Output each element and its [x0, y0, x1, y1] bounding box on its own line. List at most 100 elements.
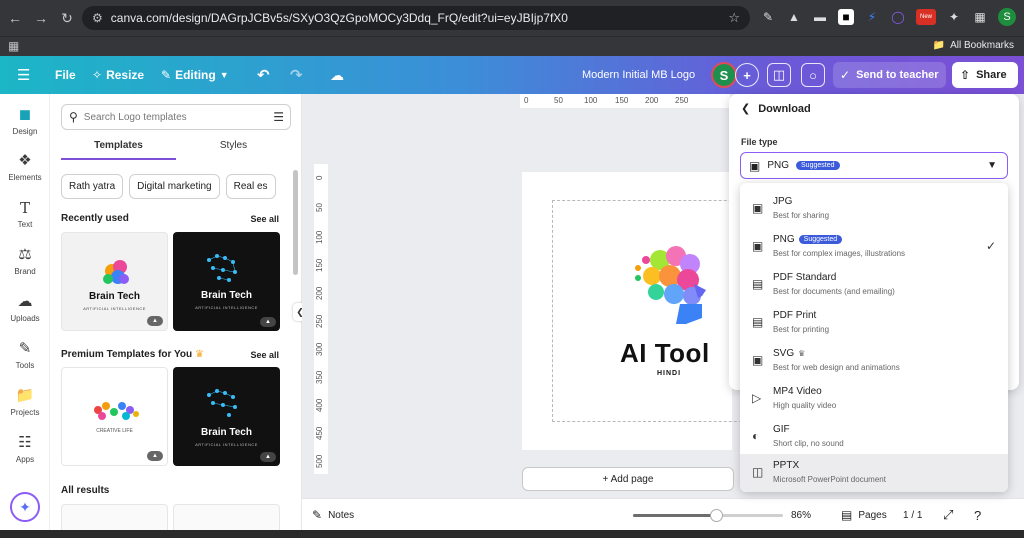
all-results-heading: All results [61, 485, 110, 496]
tab-styles[interactable]: Styles [176, 140, 291, 160]
option-pdf-print[interactable]: ▤ PDF Print Best for printing [740, 304, 1008, 342]
panel-scrollbar[interactable] [293, 170, 298, 275]
chip-digital-marketing[interactable]: Digital marketing [129, 174, 220, 199]
document-title-text: Modern Initial MB Logo [582, 69, 696, 81]
apps-grid-icon[interactable]: ▦ [8, 39, 19, 53]
ruler-tick: 350 [315, 370, 324, 384]
zoom-percentage[interactable]: 86% [791, 499, 811, 531]
option-jpg[interactable]: ▣ JPG Best for sharing [740, 190, 1008, 228]
add-page-button[interactable]: + Add page [522, 467, 734, 491]
download-back-button[interactable]: ❮ Download [741, 102, 811, 116]
back-icon[interactable]: ← [4, 7, 26, 29]
reload-icon[interactable]: ↻ [56, 7, 78, 29]
template-thumbnail[interactable] [61, 504, 168, 530]
pen-extension-icon[interactable]: ✎ [760, 9, 776, 25]
see-all-premium-link[interactable]: See all [250, 350, 279, 360]
option-description: Best for printing [773, 325, 830, 334]
file-type-select[interactable]: ▣ PNG Suggested ▼ [740, 152, 1008, 179]
option-gif[interactable]: ◐ GIF Short clip, no sound [740, 418, 1008, 456]
search-input[interactable]: ⚲ Search Logo templates ☰ [61, 104, 291, 130]
see-all-recent-link[interactable]: See all [250, 214, 279, 224]
address-bar[interactable]: ⚙ canva.com/design/DAGrpJCBv5s/SXyO3QzGp… [82, 6, 750, 30]
forward-icon[interactable]: → [30, 7, 52, 29]
rail-tools[interactable]: ✎ Tools [0, 340, 50, 370]
collaborator-avatar[interactable]: S [711, 56, 737, 94]
pages-button[interactable]: ▤ Pages [841, 499, 887, 531]
rail-elements[interactable]: ❖ Elements [0, 152, 50, 182]
comments-button[interactable]: ○ [801, 56, 825, 94]
all-bookmarks-button[interactable]: 📁 All Bookmarks [933, 40, 1014, 51]
chevron-down-icon: ▼ [987, 160, 997, 171]
image-icon: ▣ [752, 239, 764, 253]
lightning-extension-icon[interactable]: ⚡ [864, 9, 880, 25]
notes-button[interactable]: ✎ Notes [312, 499, 354, 531]
file-type-dropdown: ▣ JPG Best for sharing ▣ PNG Suggested Be… [740, 183, 1008, 492]
rail-design[interactable]: ◼ Design [0, 106, 50, 136]
ruler-tick: 50 [554, 96, 563, 105]
panel-tabs: Templates Styles [61, 140, 291, 160]
option-description: Best for complex images, illustrations [773, 249, 906, 258]
profile-avatar[interactable]: S [998, 8, 1016, 26]
logo-title-text[interactable]: AI Tool [620, 338, 710, 369]
template-thumbnail[interactable]: Brain Tech ARTIFICIAL INTELLIGENCE ▲ [61, 232, 168, 331]
ruler-tick: 250 [675, 96, 689, 105]
option-png[interactable]: ▣ PNG Suggested Best for complex images, … [740, 228, 1008, 266]
option-mp4-video[interactable]: ▷ MP4 Video High quality video [740, 380, 1008, 418]
cloud-save-button[interactable]: ☁ [330, 56, 344, 94]
redo-button[interactable]: ↷ [290, 56, 303, 94]
share-button[interactable]: ⇧ Share [952, 62, 1018, 88]
zoom-slider[interactable] [633, 509, 783, 522]
undo-button[interactable]: ↶ [257, 56, 270, 94]
square-extension-icon[interactable]: ■ [838, 9, 854, 25]
tab-templates[interactable]: Templates [61, 140, 176, 160]
send-to-teacher-button[interactable]: ✓ Send to teacher [833, 62, 946, 88]
chip-real-estate[interactable]: Real es [225, 174, 276, 199]
video-icon: ▷ [752, 391, 762, 405]
bookmark-star-icon[interactable]: ☆ [728, 10, 740, 26]
resize-button[interactable]: ✧ Resize [92, 56, 144, 94]
file-menu[interactable]: File [55, 56, 76, 94]
add-collaborator-button[interactable]: + [735, 56, 759, 94]
main-menu-button[interactable]: ☰ [17, 56, 30, 94]
pages-label: Pages [858, 509, 887, 521]
fullscreen-button[interactable]: ⤢ [943, 499, 953, 531]
option-description: Best for web design and animations [773, 363, 900, 372]
rail-uploads[interactable]: ☁ Uploads [0, 293, 50, 323]
template-thumbnail[interactable]: Brain Tech ARTIFICIAL INTELLIGENCE ▲ [173, 232, 280, 331]
document-title[interactable]: Modern Initial MB Logo [582, 56, 695, 94]
insights-button[interactable]: ◫ [767, 56, 791, 94]
magic-assistant-button[interactable]: ✦ [10, 492, 40, 522]
ai-head-logo-graphic[interactable] [632, 244, 718, 334]
browser-toolbar: ← → ↻ ⚙ canva.com/design/DAGrpJCBv5s/SXy… [0, 0, 1024, 36]
option-pdf-standard[interactable]: ▤ PDF Standard Best for documents (and e… [740, 266, 1008, 304]
option-pptx[interactable]: ◫ PPTX Microsoft PowerPoint document [740, 454, 1008, 492]
zoom-slider-handle[interactable] [709, 509, 723, 522]
dark-extension-icon[interactable]: ▬ [812, 9, 828, 25]
rail-text[interactable]: T Text [0, 199, 50, 229]
filter-sliders-icon[interactable]: ☰ [273, 110, 284, 124]
plus-icon: + [735, 63, 759, 87]
template-thumbnail[interactable]: CREATIVE LIFE ▲ [61, 367, 168, 466]
logo-subtitle-text[interactable]: HINDI [657, 370, 681, 377]
rail-projects[interactable]: 📁 Projects [0, 387, 50, 417]
chip-rath-yatra[interactable]: Rath yatra [61, 174, 124, 199]
template-thumbnail[interactable]: Brain Tech ARTIFICIAL INTELLIGENCE ▲ [173, 367, 280, 466]
template-thumbnail[interactable] [173, 504, 280, 530]
thumbnail-subtitle: ARTIFICIAL INTELLIGENCE [195, 442, 258, 447]
option-name-text: PDF Standard [773, 272, 837, 283]
all-bookmarks-label: All Bookmarks [950, 40, 1014, 51]
sidebar-toggle-icon[interactable]: ▦ [972, 9, 988, 25]
puzzle-extensions-icon[interactable]: ✦ [946, 9, 962, 25]
rail-apps[interactable]: ☷ Apps [0, 434, 50, 464]
option-svg[interactable]: ▣ SVG ♛ Best for web design and animation… [740, 342, 1008, 380]
checkmark-icon: ✓ [985, 239, 996, 253]
help-button[interactable]: ? [974, 499, 981, 531]
editing-mode-button[interactable]: ✎ Editing ▼ [161, 56, 229, 94]
ruler-tick: 400 [315, 398, 324, 412]
new-extension-icon[interactable]: New [916, 9, 936, 25]
site-settings-icon[interactable]: ⚙ [92, 11, 103, 25]
mountain-extension-icon[interactable]: ▲ [786, 9, 802, 25]
shield-extension-icon[interactable]: ◯ [890, 9, 906, 25]
option-description: High quality video [773, 401, 837, 410]
rail-brand[interactable]: ⚖ Brand [0, 246, 50, 276]
